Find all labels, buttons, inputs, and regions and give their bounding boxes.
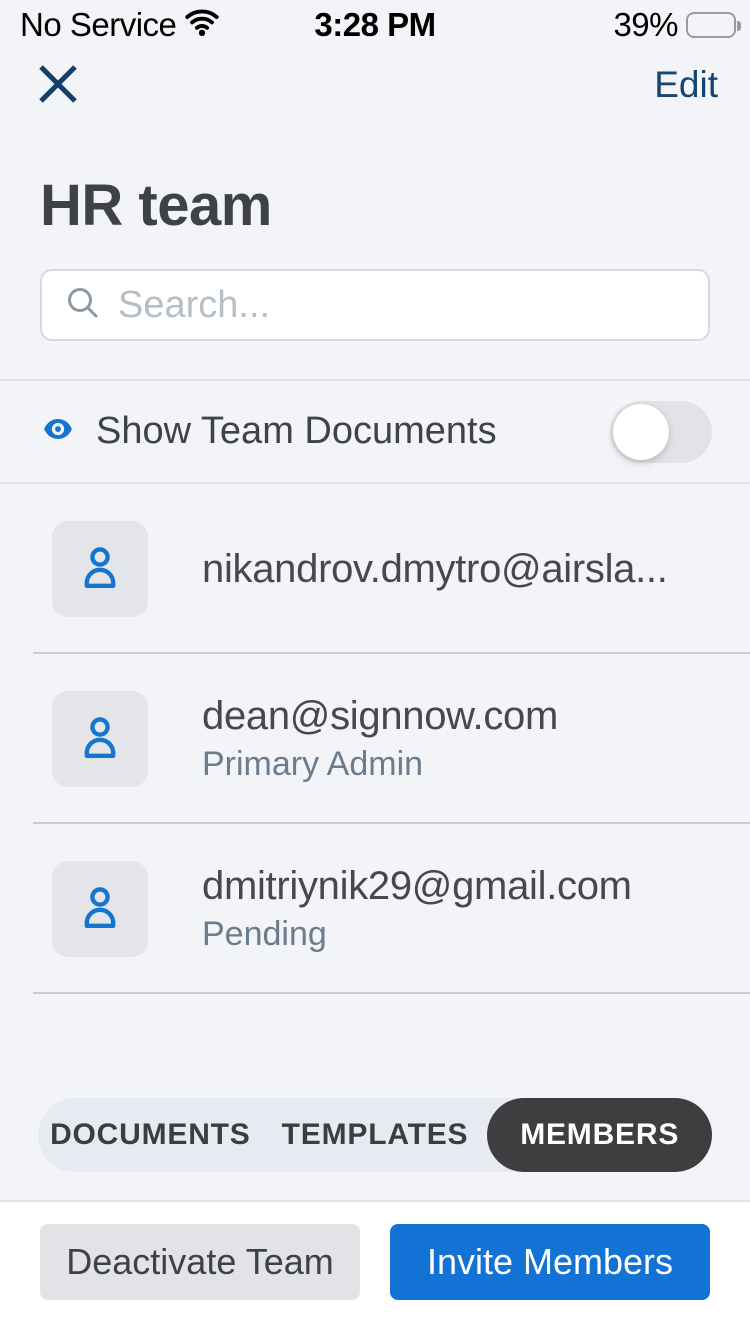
- member-text: dmitriynik29@gmail.com Pending: [202, 864, 632, 954]
- person-icon: [74, 541, 126, 598]
- status-right: 39%: [613, 6, 736, 44]
- member-row[interactable]: dmitriynik29@gmail.com Pending: [0, 824, 750, 994]
- member-email: dean@signnow.com: [202, 694, 558, 739]
- battery-icon: [686, 12, 736, 38]
- tab-documents[interactable]: DOCUMENTS: [38, 1098, 263, 1172]
- battery-percent-label: 39%: [613, 6, 678, 44]
- spacer: [0, 994, 750, 1098]
- status-bar: No Service 3:28 PM 39%: [0, 0, 750, 46]
- edit-button[interactable]: Edit: [654, 64, 718, 106]
- close-button[interactable]: [36, 62, 80, 106]
- nav-bar: Edit: [0, 62, 750, 140]
- member-row[interactable]: dean@signnow.com Primary Admin: [0, 654, 750, 824]
- search-input[interactable]: [118, 284, 688, 327]
- tab-templates[interactable]: TEMPLATES: [263, 1098, 488, 1172]
- member-list: nikandrov.dmytro@airsla... dean@signnow.…: [0, 484, 750, 994]
- avatar: [52, 521, 148, 617]
- member-role-badge: Pending: [202, 915, 632, 954]
- eye-icon: [42, 413, 74, 450]
- deactivate-team-button[interactable]: Deactivate Team: [40, 1224, 360, 1300]
- close-icon: [36, 94, 80, 109]
- member-row[interactable]: nikandrov.dmytro@airsla...: [0, 484, 750, 654]
- segmented-control: DOCUMENTS TEMPLATES MEMBERS: [38, 1098, 712, 1172]
- toggle-knob: [613, 404, 669, 460]
- show-team-documents-label: Show Team Documents: [96, 410, 610, 453]
- avatar: [52, 861, 148, 957]
- member-role-badge: Primary Admin: [202, 745, 558, 784]
- battery-nub: [737, 21, 741, 31]
- bottom-action-bar: Deactivate Team Invite Members: [0, 1200, 750, 1334]
- page-title: HR team: [40, 172, 750, 239]
- member-email: dmitriynik29@gmail.com: [202, 864, 632, 909]
- show-team-documents-toggle[interactable]: [610, 401, 712, 463]
- member-email: nikandrov.dmytro@airsla...: [202, 547, 668, 592]
- search-bar[interactable]: [40, 269, 710, 341]
- team-detail-screen: No Service 3:28 PM 39%: [0, 0, 750, 1334]
- divider: [33, 992, 750, 994]
- person-icon: [74, 881, 126, 938]
- tab-members[interactable]: MEMBERS: [487, 1098, 712, 1172]
- member-text: nikandrov.dmytro@airsla...: [202, 547, 668, 592]
- person-icon: [74, 711, 126, 768]
- member-text: dean@signnow.com Primary Admin: [202, 694, 558, 784]
- avatar: [52, 691, 148, 787]
- search-icon: [62, 282, 104, 329]
- show-team-documents-row: Show Team Documents: [0, 379, 750, 484]
- invite-members-button[interactable]: Invite Members: [390, 1224, 710, 1300]
